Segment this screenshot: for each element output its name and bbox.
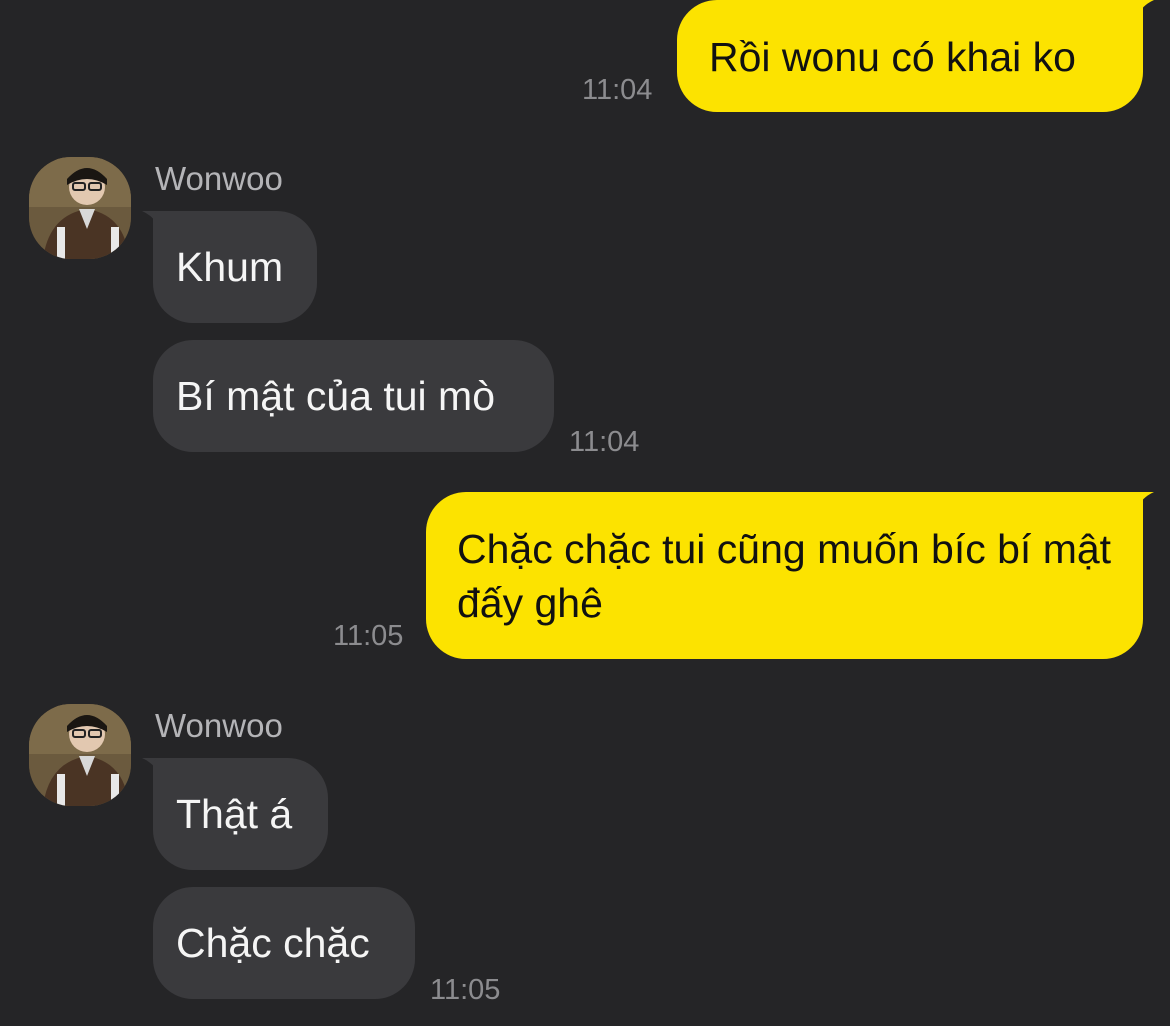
message-time: 11:05 bbox=[333, 620, 404, 652]
sender-name: Wonwoo bbox=[155, 160, 283, 197]
incoming-message-bubble[interactable]: Bí mật của tui mò bbox=[153, 340, 554, 452]
sender-avatar[interactable] bbox=[29, 704, 131, 806]
avatar-photo bbox=[29, 704, 131, 806]
incoming-message-bubble[interactable]: Thật á bbox=[153, 758, 328, 870]
outgoing-message-bubble[interactable]: Chặc chặc tui cũng muốn bíc bí mật đấy g… bbox=[426, 492, 1143, 659]
incoming-message-bubble[interactable]: Chặc chặc bbox=[153, 887, 415, 999]
sender-avatar[interactable] bbox=[29, 157, 131, 259]
outgoing-message-bubble[interactable]: Rồi wonu có khai ko bbox=[677, 0, 1143, 112]
chat-screen: 11:04 Rồi wonu có khai ko Wonwoo Khum Bí… bbox=[0, 0, 1170, 1026]
sender-name: Wonwoo bbox=[155, 707, 283, 744]
avatar-photo bbox=[29, 157, 131, 259]
message-time: 11:05 bbox=[430, 974, 501, 1006]
message-time: 11:04 bbox=[582, 74, 653, 106]
incoming-message-bubble[interactable]: Khum bbox=[153, 211, 317, 323]
message-time: 11:04 bbox=[569, 426, 640, 458]
